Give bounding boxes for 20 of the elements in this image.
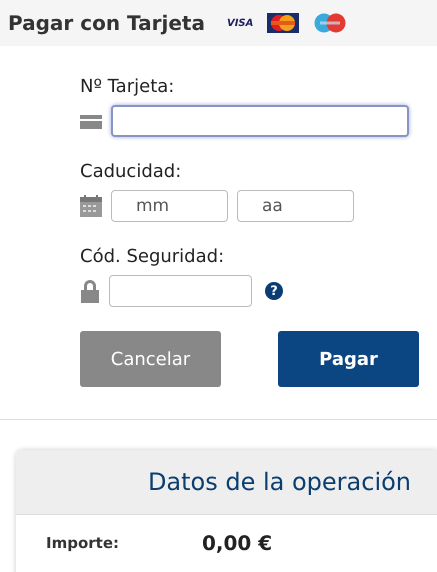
card-brand-logo xyxy=(267,13,300,33)
page-title: Pagar con Tarjeta xyxy=(8,11,205,35)
card-title: Datos de la operación xyxy=(148,468,411,496)
security-code-field[interactable] xyxy=(109,275,252,307)
action-button[interactable]: Cancelar xyxy=(80,331,221,387)
card-brand-logo: VISA xyxy=(226,18,254,28)
action-button[interactable]: Pagar xyxy=(278,331,419,387)
credit-card-icon xyxy=(80,113,102,129)
month-field[interactable]: mm xyxy=(111,190,228,222)
field-label: Caducidad: xyxy=(80,161,182,184)
card-brand-logo xyxy=(313,13,348,33)
row-value: 0,00 € xyxy=(202,531,272,555)
help-button[interactable]: ? xyxy=(265,282,283,300)
card-number-field[interactable] xyxy=(111,105,409,137)
calendar-icon xyxy=(80,195,102,217)
field-label: Cód. Seguridad: xyxy=(80,246,226,269)
lock-icon xyxy=(80,279,100,303)
row-label: Importe: xyxy=(46,534,120,552)
year-field[interactable]: aa xyxy=(237,190,354,222)
field-label: Nº Tarjeta: xyxy=(80,76,176,99)
